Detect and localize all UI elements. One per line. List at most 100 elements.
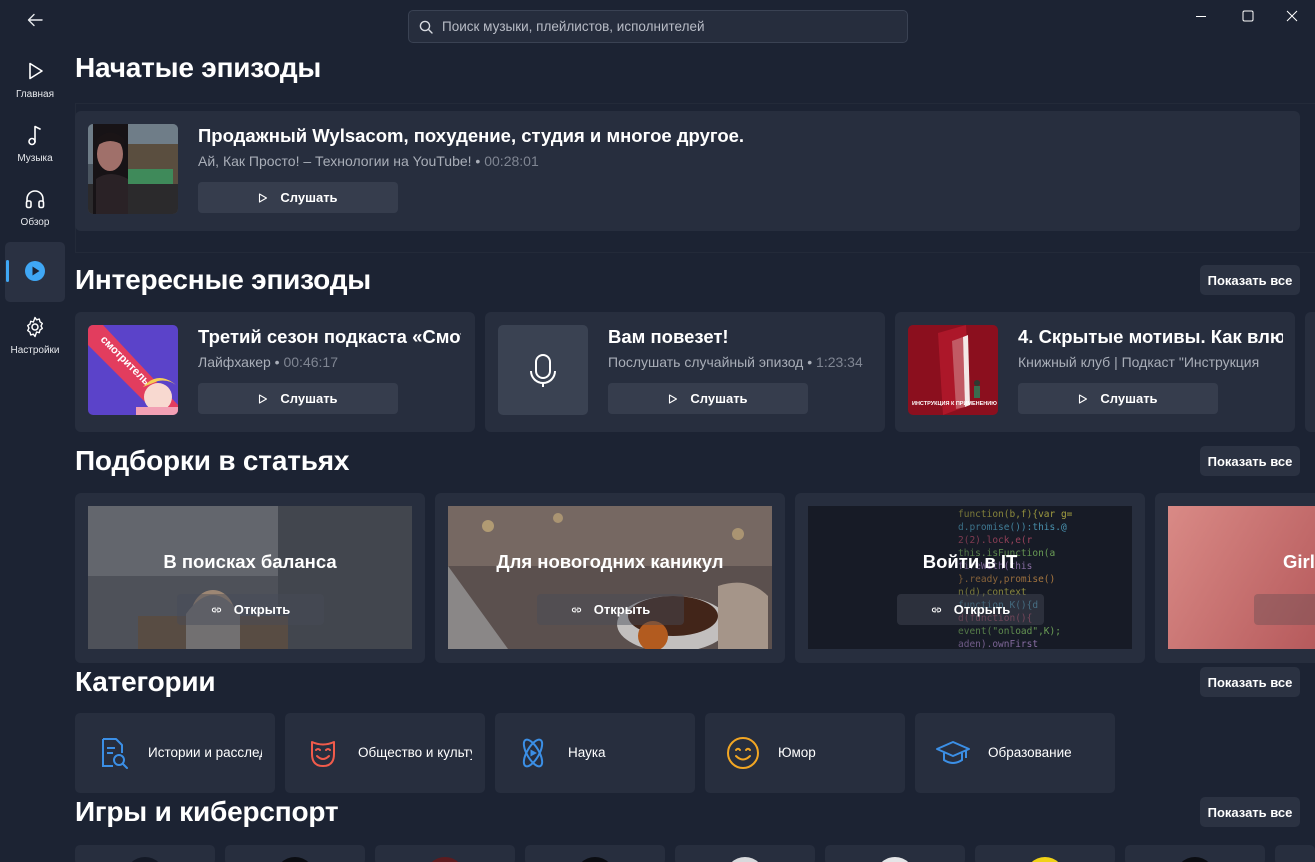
article-card[interactable]: function(b,f){var g=d.promise()):this.@2… [795, 493, 1145, 663]
back-button[interactable] [20, 8, 50, 32]
episode-duration: 00:28:01 [484, 153, 539, 169]
cover-text: ИНСТРУКЦИЯ К ПРИМЕНЕНИЮ [912, 401, 997, 407]
episode-cover-image: ИНСТРУКЦИЯ К ПРИМЕНЕНИЮ [908, 325, 998, 415]
category-card[interactable]: Истории и расследования [75, 713, 275, 793]
section-title-games: Игры и киберспорт [75, 796, 339, 827]
atom-icon [522, 738, 544, 768]
article-image [1168, 506, 1315, 649]
theater-mask-icon [311, 741, 335, 767]
episode-cover-image: смотритель [88, 325, 178, 415]
search-box[interactable] [408, 10, 908, 43]
play-icon [259, 393, 268, 404]
section-title-interesting: Интересные эпизоды [75, 264, 372, 295]
episode-card[interactable]: ИНСТРУКЦИЯ К ПРИМЕНЕНИЮ 4. Скрытые мотив… [895, 312, 1295, 432]
link-icon [931, 607, 941, 613]
episode-subtitle: Послушать случайный эпизод • 1:23:34 [608, 354, 863, 370]
game-card[interactable] [1125, 845, 1265, 862]
episode-subtitle: Книжный клуб | Подкаст "Инструкция [1018, 354, 1280, 370]
open-button[interactable] [1254, 594, 1315, 625]
listen-button-label: Слушать [280, 190, 338, 205]
open-button[interactable]: Открыть [177, 594, 324, 625]
section-title-categories: Категории [75, 666, 216, 697]
microphone-icon [530, 354, 556, 387]
episode-card[interactable]: Продажный Wylsacom, похудение, студия и … [75, 111, 1300, 231]
search-input[interactable] [442, 19, 882, 34]
game-card[interactable] [225, 845, 365, 862]
show-all-button[interactable]: Показать все [1200, 265, 1300, 295]
episode-cover-image [498, 325, 588, 415]
category-card[interactable]: Общество и культура [285, 713, 485, 793]
show-all-button[interactable]: Показать все [1200, 797, 1300, 827]
sidebar-item-music[interactable]: Музыка [5, 122, 65, 182]
open-button-label: Открыть [593, 602, 651, 617]
section-title-started: Начатые эпизоды [75, 52, 322, 83]
smile-icon [727, 737, 759, 769]
episode-title: Продажный Wylsacom, похудение, студия и … [198, 125, 745, 146]
category-label: Образование [988, 745, 1072, 760]
game-card[interactable] [1275, 845, 1315, 862]
article-title: Girl [1283, 551, 1315, 572]
episode-card[interactable]: Вам повезет! Послушать случайный эпизод … [485, 312, 885, 432]
game-card[interactable] [75, 845, 215, 862]
episode-duration: 1:23:34 [816, 354, 863, 370]
gear-icon [27, 316, 43, 338]
play-icon [1079, 393, 1088, 404]
sidebar-item-home[interactable]: Главная [5, 58, 65, 118]
close-button[interactable] [1269, 4, 1315, 28]
episode-card-partial[interactable] [1305, 312, 1315, 432]
category-label: Общество и культура [358, 745, 472, 760]
show-all-button[interactable]: Показать все [1200, 667, 1300, 697]
listen-button[interactable]: Слушать [198, 383, 398, 414]
category-card[interactable]: Наука [495, 713, 695, 793]
sidebar-item-label: Обзор [20, 217, 50, 228]
article-card[interactable]: Для новогодних каникул Открыть [435, 493, 785, 663]
open-button[interactable]: Открыть [537, 594, 684, 625]
game-card[interactable] [525, 845, 665, 862]
episode-duration: 00:46:17 [283, 354, 338, 370]
episode-card[interactable]: смотритель Третий сезон подкаста «Смотри… [75, 312, 475, 432]
play-icon [669, 393, 678, 404]
show-all-button[interactable]: Показать все [1200, 446, 1300, 476]
article-card[interactable]: В поисках баланса Открыть [75, 493, 425, 663]
sidebar-item-label: Музыка [17, 153, 53, 164]
listen-button[interactable]: Слушать [1018, 383, 1218, 414]
sidebar-item-podcasts[interactable] [5, 242, 65, 302]
close-icon [1286, 10, 1298, 22]
listen-button[interactable]: Слушать [198, 182, 398, 213]
maximize-icon [1242, 10, 1254, 22]
game-card[interactable] [675, 845, 815, 862]
category-card[interactable]: Юмор [705, 713, 905, 793]
link-icon [211, 607, 221, 613]
episode-subtitle: Лайфхакер • 00:46:17 [198, 354, 338, 370]
link-icon [571, 607, 581, 613]
category-label: Наука [568, 745, 606, 760]
music-note-icon [28, 125, 41, 146]
play-outline-icon [29, 62, 43, 80]
episode-source: Книжный клуб | Подкаст "Инструкция [1018, 354, 1260, 370]
article-image [448, 506, 772, 649]
maximize-button[interactable] [1225, 4, 1271, 28]
open-button-label: Открыть [953, 602, 1011, 617]
category-card[interactable]: Образование [915, 713, 1115, 793]
listen-button[interactable]: Слушать [608, 383, 808, 414]
episode-title: 4. Скрытые мотивы. Как влюбиться [1018, 326, 1283, 347]
podcast-play-icon [25, 261, 45, 281]
sidebar-item-browse[interactable]: Обзор [5, 186, 65, 246]
game-card[interactable] [375, 845, 515, 862]
listen-button-label: Слушать [280, 391, 338, 406]
listen-button-label: Слушать [1100, 391, 1158, 406]
game-card[interactable] [825, 845, 965, 862]
episode-cover-image [88, 124, 178, 214]
article-title: Для новогодних каникул [496, 551, 724, 572]
game-card[interactable] [975, 845, 1115, 862]
article-title: Войти в IT [922, 551, 1018, 572]
sidebar-item-settings[interactable]: Настройки [5, 314, 65, 374]
episode-title: Вам повезет! [608, 326, 729, 347]
sidebar-item-label: Настройки [10, 345, 60, 356]
article-card[interactable]: Girl [1155, 493, 1315, 663]
open-button[interactable]: Открыть [897, 594, 1044, 625]
episode-title: Третий сезон подкаста «Смотритель» [198, 326, 461, 347]
sidebar-item-label: Главная [15, 89, 55, 100]
section-title-articles: Подборки в статьях [75, 445, 350, 476]
minimize-button[interactable] [1178, 4, 1224, 28]
